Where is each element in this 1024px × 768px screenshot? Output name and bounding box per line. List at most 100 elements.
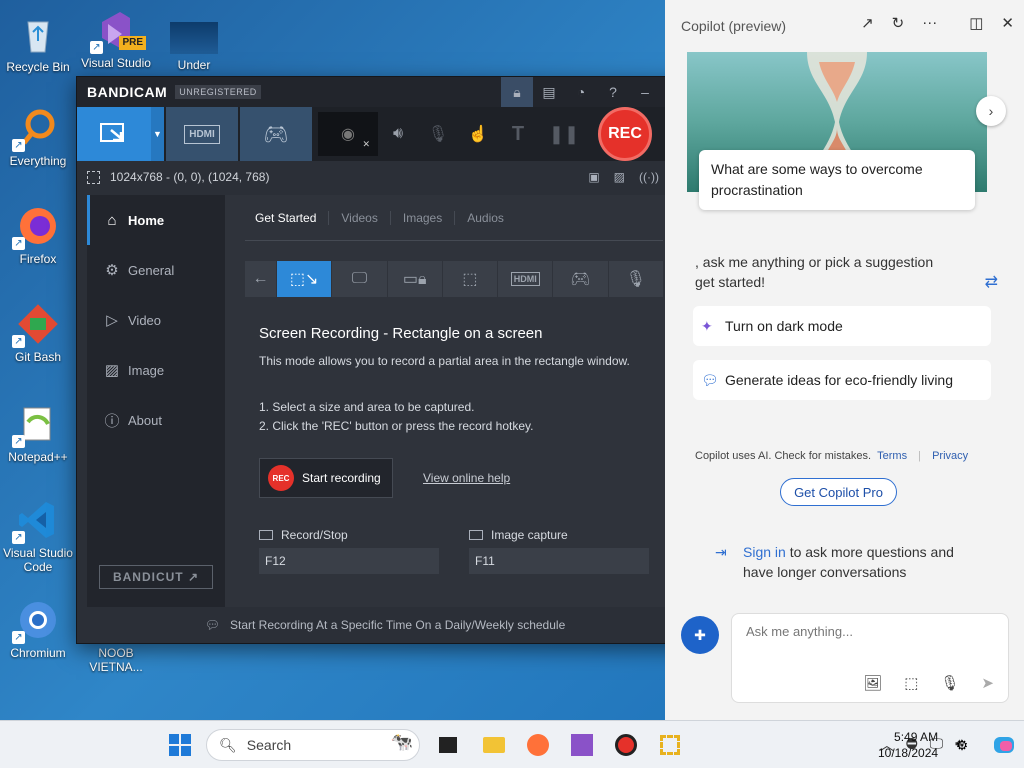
- sidebar-item-general[interactable]: ⚙ General: [87, 245, 225, 295]
- tab-images[interactable]: Images: [391, 210, 456, 225]
- screenshot-icon[interactable]: ⬚: [904, 674, 918, 692]
- rectangle-mode-button[interactable]: [77, 107, 151, 161]
- mode-audio-only[interactable]: 🎙︎: [609, 261, 663, 297]
- taskbar-search[interactable]: 🔍︎ Search 🐄: [206, 729, 420, 761]
- git-bash-icon: ↗: [12, 302, 60, 348]
- mode-rectangle[interactable]: ⬚↘: [277, 261, 333, 297]
- broadcast-icon[interactable]: ((·)): [639, 170, 659, 184]
- clock-icon[interactable]: ◔: [565, 77, 597, 107]
- schedule-footer[interactable]: 💬︎ Start Recording At a Specific Time On…: [77, 607, 693, 643]
- sidebar-item-video[interactable]: ▷ Video: [87, 295, 225, 345]
- suggestion-eco-ideas[interactable]: 💬︎ Generate ideas for eco-friendly livin…: [693, 360, 991, 400]
- desktop-icon-everything[interactable]: ↗ Everything: [0, 106, 76, 168]
- desktop-icon-visual-studio[interactable]: PRE ↗ Visual Studio: [78, 8, 154, 70]
- start-recording-button[interactable]: REC Start recording: [259, 458, 393, 498]
- desktop-icon-notepadpp[interactable]: ↗ Notepad++: [0, 402, 76, 464]
- refresh-suggestions-icon[interactable]: ⇄: [985, 272, 998, 292]
- ask-anything-input[interactable]: Ask me anything... 🖼︎ ⬚ 🎙︎ ➤: [731, 613, 1009, 703]
- back-arrow-icon[interactable]: ←: [245, 261, 277, 297]
- mode-game[interactable]: 🎮︎: [553, 261, 609, 297]
- file-explorer-icon[interactable]: [480, 731, 508, 759]
- sticky-tool-icon[interactable]: [656, 731, 684, 759]
- dock-panel-icon[interactable]: ◫: [969, 14, 983, 32]
- task-view-icon[interactable]: [434, 731, 462, 759]
- gamepad-icon: 🎮︎: [263, 123, 289, 146]
- desktop-icon-label: Visual Studio Code: [3, 546, 73, 574]
- desktop-icon-chromium[interactable]: ↗ Chromium: [0, 598, 76, 660]
- rec-icon: REC: [268, 465, 294, 491]
- bandicut-button[interactable]: BANDICUT ↗: [99, 565, 213, 589]
- game-mode-button[interactable]: 🎮︎: [240, 107, 312, 161]
- microphone-icon: 🎙︎: [427, 126, 449, 143]
- webcam-toggle[interactable]: ◉ ✕: [318, 112, 378, 156]
- folder-icon[interactable]: ▤: [533, 77, 565, 107]
- desktop-icon-noob-vietna[interactable]: NOOB VIETNA...: [76, 646, 156, 674]
- mode-dropdown-arrow[interactable]: ▼: [151, 107, 164, 161]
- more-options-icon[interactable]: ···: [922, 14, 937, 32]
- privacy-link[interactable]: Privacy: [932, 450, 968, 462]
- hdmi-mode-button[interactable]: HDMI: [166, 107, 238, 161]
- shortcut-arrow-icon: ↗: [12, 631, 25, 644]
- sidebar-item-home[interactable]: ⌂ Home: [87, 195, 225, 245]
- sidebar-item-about[interactable]: ⓘ About: [87, 395, 225, 445]
- pause-button[interactable]: ❚❚: [544, 107, 584, 161]
- add-image-icon[interactable]: 🖼︎: [863, 674, 882, 692]
- tab-videos[interactable]: Videos: [329, 210, 391, 225]
- visual-studio-icon[interactable]: [568, 731, 596, 759]
- image-area-icon[interactable]: ▨: [614, 170, 625, 184]
- record-stop-hotkey-field[interactable]: F12: [259, 548, 439, 574]
- get-copilot-pro-button[interactable]: Get Copilot Pro: [780, 478, 897, 506]
- image-capture-hotkey-field[interactable]: F11: [469, 548, 649, 574]
- cursor-effect-button[interactable]: ☝: [458, 107, 498, 161]
- firefox-icon[interactable]: [524, 731, 552, 759]
- sign-in-link[interactable]: Sign in: [743, 544, 786, 560]
- shortcut-arrow-icon: ↗: [12, 531, 25, 544]
- tab-audios[interactable]: Audios: [455, 211, 516, 225]
- suggestion-dark-mode[interactable]: ✦ Turn on dark mode: [693, 306, 991, 346]
- disclaimer-text: Copilot uses AI. Check for mistakes.: [695, 450, 872, 462]
- desktop-icon-under[interactable]: Under: [156, 12, 232, 72]
- next-suggestion-button[interactable]: ›: [976, 96, 1006, 126]
- minimize-button[interactable]: –: [629, 77, 661, 107]
- mode-around-mouse[interactable]: ⬚: [443, 261, 499, 297]
- notification-icon[interactable]: ⚙: [948, 731, 976, 759]
- send-icon[interactable]: ➤: [981, 674, 994, 692]
- view-online-help-link[interactable]: View online help: [423, 471, 510, 485]
- bandicam-taskbar-icon[interactable]: [612, 731, 640, 759]
- info-icon: ⓘ: [104, 412, 120, 430]
- lock-icon[interactable]: 🔒︎: [501, 77, 533, 107]
- rec-button[interactable]: REC: [595, 107, 655, 161]
- bandicam-titlebar[interactable]: BANDICAM UNREGISTERED 🔒︎ ▤ ◔ ? – ✕: [77, 77, 693, 107]
- taskbar-clock[interactable]: 5:49 AM 10/18/2024: [878, 729, 938, 761]
- windows-start-icon[interactable]: [168, 733, 192, 757]
- unregistered-badge[interactable]: UNREGISTERED: [175, 85, 261, 99]
- desktop-icon-git-bash[interactable]: ↗ Git Bash: [0, 302, 76, 364]
- sidebar-item-image[interactable]: ▨ Image: [87, 345, 225, 395]
- home-icon: ⌂: [107, 211, 117, 229]
- mode-window-lock[interactable]: ▭🔒︎: [388, 261, 443, 297]
- desktop-icon-recycle-bin[interactable]: Recycle Bin: [0, 12, 76, 74]
- terms-link[interactable]: Terms: [877, 450, 907, 462]
- copilot-taskbar-icon[interactable]: [992, 733, 1016, 757]
- desktop-icon-vscode[interactable]: ↗ Visual Studio Code: [0, 498, 76, 574]
- tab-get-started[interactable]: Get Started: [245, 210, 330, 225]
- record-area-icon[interactable]: ▣: [588, 170, 599, 184]
- search-label: Search: [246, 737, 292, 753]
- bandicam-main-panel: Get Started Videos Images Audios ← ⬚↘ 🖵︎…: [225, 195, 683, 607]
- speaker-toggle[interactable]: 🔊︎: [378, 107, 418, 161]
- selection-area-icon: [87, 170, 100, 184]
- desktop-icon-firefox[interactable]: ↗ Firefox: [0, 204, 76, 266]
- recording-mode-selector: ← ⬚↘ 🖵︎ ▭🔒︎ ⬚ HDMI 🎮︎ 🎙︎: [245, 261, 663, 297]
- mode-hdmi[interactable]: HDMI: [498, 261, 554, 297]
- help-icon[interactable]: ?: [597, 77, 629, 107]
- mode-fullscreen[interactable]: 🖵︎: [332, 261, 388, 297]
- close-icon[interactable]: ✕: [1001, 14, 1014, 32]
- microphone-icon[interactable]: 🎙︎: [940, 674, 959, 692]
- refresh-icon[interactable]: ↻: [892, 14, 905, 32]
- new-topic-button[interactable]: ✚: [681, 616, 719, 654]
- text-overlay-button[interactable]: T: [498, 107, 538, 161]
- taskbar: 🔍︎ Search 🐄 ︿ ⛔︎ 🖵︎ 🔊︎ 5:49 AM 10/18/202…: [0, 720, 1024, 768]
- suggestion-bubble[interactable]: What are some ways to overcome procrasti…: [699, 150, 975, 210]
- open-external-icon[interactable]: ↗: [861, 14, 874, 32]
- microphone-toggle[interactable]: 🎙︎: [418, 107, 458, 161]
